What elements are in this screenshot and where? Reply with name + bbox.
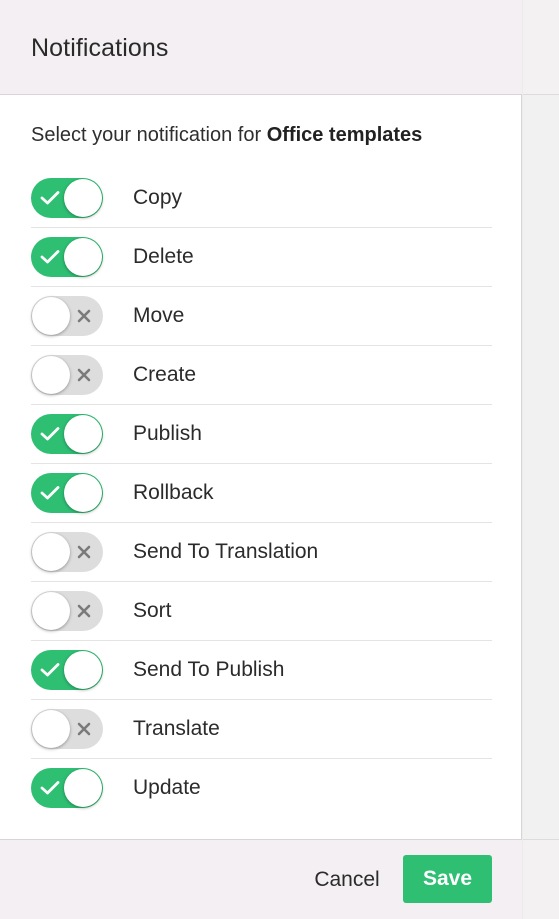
background-footer: [523, 839, 559, 919]
notification-label: Delete: [133, 245, 194, 268]
toggle-knob: [64, 415, 102, 453]
toggle-mark-icon: [35, 473, 65, 513]
notification-label: Create: [133, 363, 197, 386]
panel-subtitle: Select your notification for Office temp…: [31, 124, 422, 147]
notification-row: Publish: [31, 405, 492, 464]
toggle-mark-icon: [69, 591, 99, 631]
notification-label: Rollback: [133, 481, 214, 504]
notification-toggle[interactable]: [31, 650, 103, 690]
background-header: [523, 0, 559, 95]
notification-row: Send To Publish: [31, 641, 492, 700]
notification-row: Sort: [31, 582, 492, 641]
toggle-knob: [32, 356, 70, 394]
subtitle-target: Office templates: [266, 124, 423, 146]
toggle-mark-icon: [35, 650, 65, 690]
save-button[interactable]: Save: [403, 855, 492, 903]
notification-toggle[interactable]: [31, 532, 103, 572]
notification-row: Translate: [31, 700, 492, 759]
toggle-mark-icon: [35, 768, 65, 808]
toggle-mark-icon: [69, 532, 99, 572]
toggle-knob: [64, 474, 102, 512]
notification-toggle[interactable]: [31, 473, 103, 513]
toggle-mark-icon: [35, 414, 65, 454]
toggle-mark-icon: [69, 709, 99, 749]
notification-label: Send To Publish: [133, 658, 285, 681]
notification-toggle[interactable]: [31, 355, 103, 395]
notification-row: Delete: [31, 228, 492, 287]
notification-row: Move: [31, 287, 492, 346]
notification-toggle[interactable]: [31, 709, 103, 749]
toggle-mark-icon: [69, 355, 99, 395]
notification-toggle[interactable]: [31, 414, 103, 454]
toggle-knob: [32, 710, 70, 748]
toggle-knob: [32, 297, 70, 335]
notification-label: Update: [133, 776, 201, 799]
cancel-button[interactable]: Cancel: [297, 860, 397, 900]
subtitle-prefix: Select your notification for: [31, 124, 267, 146]
notification-row: Copy: [31, 169, 492, 228]
panel-footer: Cancel Save: [0, 839, 522, 919]
notification-label: Publish: [133, 422, 202, 445]
toggle-mark-icon: [35, 237, 65, 277]
toggle-knob: [64, 238, 102, 276]
notification-row: Update: [31, 759, 492, 818]
toggle-mark-icon: [69, 296, 99, 336]
toggle-knob: [64, 651, 102, 689]
notification-row: Create: [31, 346, 492, 405]
notification-row: Rollback: [31, 464, 492, 523]
notification-row: Send To Translation: [31, 523, 492, 582]
notification-label: Move: [133, 304, 185, 327]
notification-toggle[interactable]: [31, 178, 103, 218]
panel-header: Notifications: [0, 0, 522, 95]
notification-label: Copy: [133, 186, 183, 209]
notification-options-list: Copy Delete Move Create Publish Rollback Send …: [31, 169, 492, 818]
panel-title: Notifications: [31, 34, 169, 62]
notification-toggle[interactable]: [31, 296, 103, 336]
notification-toggle[interactable]: [31, 768, 103, 808]
toggle-mark-icon: [35, 178, 65, 218]
background-page: [523, 0, 559, 919]
notifications-panel: Notifications Select your notification f…: [0, 0, 522, 919]
toggle-knob: [32, 533, 70, 571]
notification-label: Send To Translation: [133, 540, 319, 563]
notification-toggle[interactable]: [31, 237, 103, 277]
toggle-knob: [32, 592, 70, 630]
notification-label: Translate: [133, 717, 220, 740]
toggle-knob: [64, 179, 102, 217]
notification-toggle[interactable]: [31, 591, 103, 631]
toggle-knob: [64, 769, 102, 807]
notification-label: Sort: [133, 599, 172, 622]
